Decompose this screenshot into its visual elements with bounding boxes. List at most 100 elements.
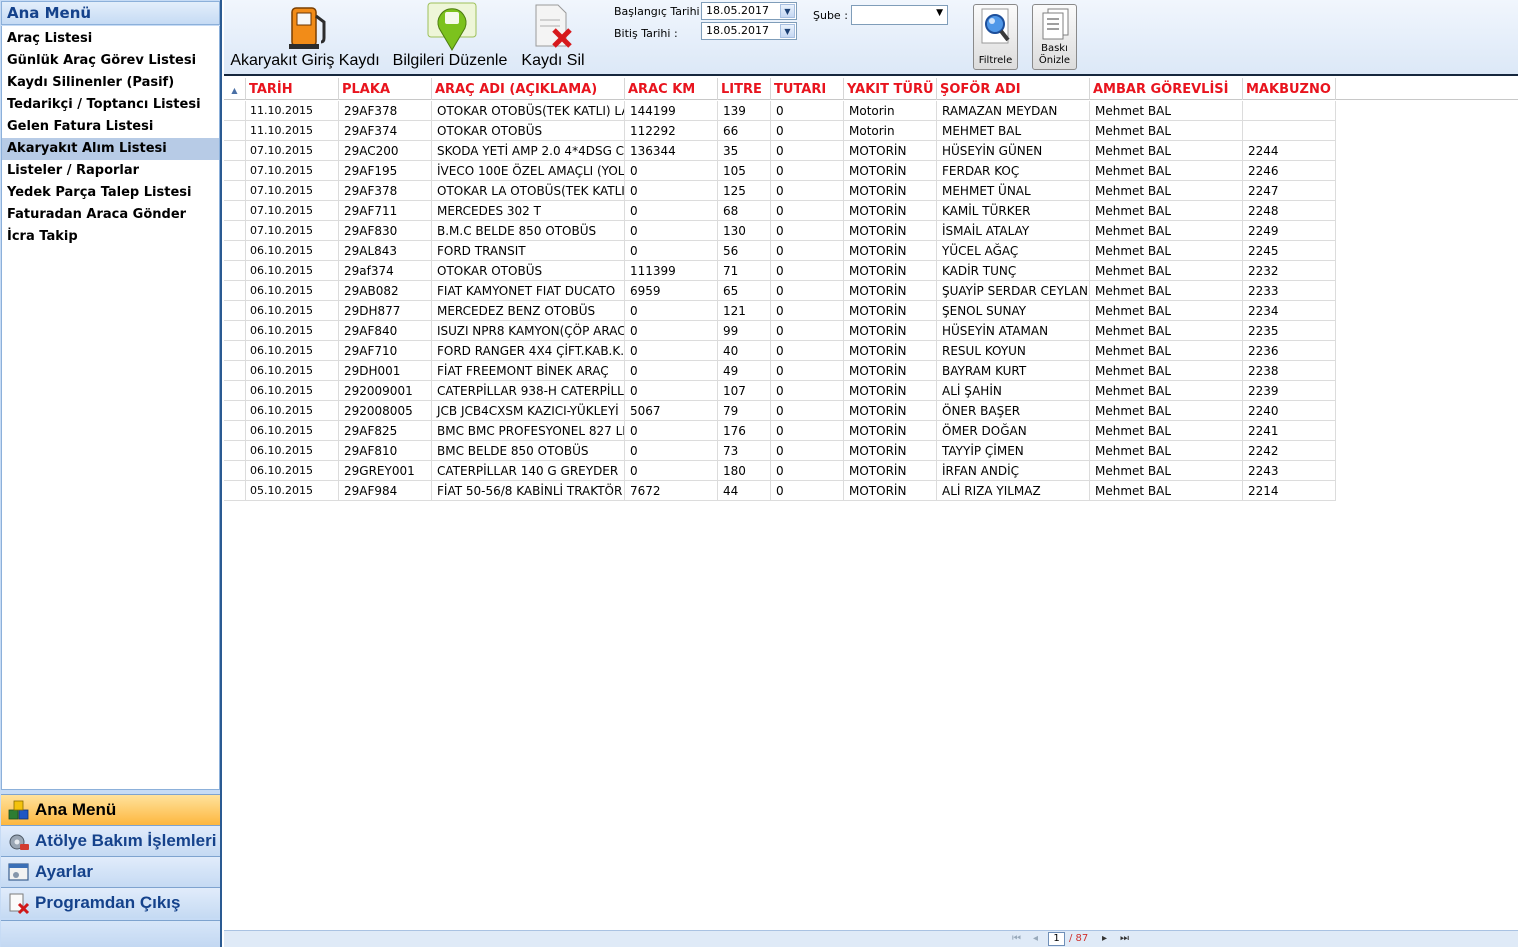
- table-row[interactable]: 11.10.2015 29AF374 OTOKAR OTOBÜS 112292 66 0 M…: [224, 121, 1336, 141]
- table-cell: 2238: [1243, 361, 1336, 381]
- sidebar-item[interactable]: Faturadan Araca Gönder: [2, 204, 219, 226]
- table-row[interactable]: 06.10.2015 29DH001 FİAT FREEMONT BİNEK ARA…: [224, 361, 1336, 381]
- row-selector[interactable]: [224, 221, 246, 241]
- row-selector[interactable]: [224, 301, 246, 321]
- column-header[interactable]: MAKBUZNO: [1243, 78, 1336, 100]
- row-selector[interactable]: [224, 321, 246, 341]
- table-row[interactable]: 06.10.2015 29DH877 MERCEDEZ BENZ OTOBÜS 0 12…: [224, 301, 1336, 321]
- nav-panel-atolye-bakim[interactable]: Atölye Bakım İşlemleri: [1, 825, 220, 856]
- sort-indicator-icon[interactable]: ▲: [224, 78, 246, 100]
- table-row[interactable]: 06.10.2015 29AF840 ISUZI NPR8 KAMYON(ÇÖP A…: [224, 321, 1336, 341]
- sidebar-item[interactable]: Listeler / Raporlar: [2, 160, 219, 182]
- print-preview-button[interactable]: Baskı Önizle: [1032, 4, 1077, 70]
- row-selector[interactable]: [224, 141, 246, 161]
- table-row[interactable]: 06.10.2015 292009001 CATERPİLLAR 938-H CAT…: [224, 381, 1336, 401]
- table-row[interactable]: 06.10.2015 29AB082 FIAT KAMYONET FIAT DUCA…: [224, 281, 1336, 301]
- nav-panel-programdan-cikis[interactable]: Programdan Çıkış: [1, 887, 220, 918]
- total-pages: / 87: [1069, 933, 1089, 944]
- table-cell: 2234: [1243, 301, 1336, 321]
- sidebar-item[interactable]: Yedek Parça Talep Listesi: [2, 182, 219, 204]
- sidebar-item[interactable]: Kaydı Silinenler (Pasif): [2, 72, 219, 94]
- sidebar-item[interactable]: Akaryakıt Alım Listesi: [2, 138, 219, 160]
- sidebar-item[interactable]: Tedarikçi / Toptancı Listesi: [2, 94, 219, 116]
- table-cell: 05.10.2015: [246, 481, 339, 501]
- sidebar-item[interactable]: Araç Listesi: [2, 28, 219, 50]
- end-date-picker[interactable]: 18.05.2017 ▼: [701, 22, 797, 40]
- column-header[interactable]: TARİH: [246, 78, 339, 100]
- table-cell: 06.10.2015: [246, 241, 339, 261]
- row-selector[interactable]: [224, 261, 246, 281]
- column-header[interactable]: ARAÇ ADI (AÇIKLAMA): [432, 78, 625, 100]
- table-cell: ALİ ŞAHİN: [937, 381, 1090, 401]
- row-selector[interactable]: [224, 381, 246, 401]
- table-cell: 29DH877: [339, 301, 432, 321]
- table-cell: MEHMET BAL: [937, 121, 1090, 141]
- table-row[interactable]: 06.10.2015 29af374 OTOKAR OTOBÜS 111399 71 0 M…: [224, 261, 1336, 281]
- table-cell: FERDAR KOÇ: [937, 161, 1090, 181]
- column-header[interactable]: ŞOFÖR ADI: [937, 78, 1090, 100]
- column-header[interactable]: ARAC KM: [625, 78, 718, 100]
- column-header[interactable]: YAKIT TÜRÜ: [844, 78, 937, 100]
- next-page-icon[interactable]: ▸: [1102, 933, 1107, 944]
- table-row[interactable]: 07.10.2015 29AF378 OTOKAR LA OTOBÜS(TEK KA…: [224, 181, 1336, 201]
- first-page-icon[interactable]: ⏮: [1012, 933, 1021, 944]
- table-row[interactable]: 07.10.2015 29AF711 MERCEDES 302 T 0 68 0 MOTOR…: [224, 201, 1336, 221]
- delete-record-button[interactable]: Kaydı Sil: [518, 0, 588, 74]
- row-selector[interactable]: [224, 481, 246, 501]
- chevron-down-icon[interactable]: ▼: [780, 24, 795, 38]
- edit-info-button[interactable]: Bilgileri Düzenle: [390, 0, 510, 74]
- row-selector[interactable]: [224, 281, 246, 301]
- table-row[interactable]: 06.10.2015 29AF710 FORD RANGER 4X4 ÇİFT.KA…: [224, 341, 1336, 361]
- table-row[interactable]: 07.10.2015 29AF195 İVECO 100E ÖZEL AMAÇLI …: [224, 161, 1336, 181]
- table-row[interactable]: 06.10.2015 29AF810 BMC BELDE 850 OTOBÜS 0 73…: [224, 441, 1336, 461]
- start-date-picker[interactable]: 18.05.2017 ▼: [701, 2, 797, 20]
- row-selector[interactable]: [224, 361, 246, 381]
- row-selector[interactable]: [224, 421, 246, 441]
- row-selector[interactable]: [224, 241, 246, 261]
- table-row[interactable]: 07.10.2015 29AF830 B.M.C BELDE 850 OTOBÜS 0…: [224, 221, 1336, 241]
- row-selector[interactable]: [224, 121, 246, 141]
- chevron-down-icon[interactable]: ▼: [936, 8, 943, 18]
- row-selector[interactable]: [224, 181, 246, 201]
- table-row[interactable]: 07.10.2015 29AC200 SKODA YETİ AMP 2.0 4*4D…: [224, 141, 1336, 161]
- row-selector[interactable]: [224, 401, 246, 421]
- row-selector[interactable]: [224, 101, 246, 121]
- column-header[interactable]: AMBAR GÖREVLİSİ: [1090, 78, 1243, 100]
- table-cell: 68: [718, 201, 771, 221]
- previous-page-icon[interactable]: ◂: [1033, 933, 1038, 944]
- table-cell: 73: [718, 441, 771, 461]
- row-selector[interactable]: [224, 441, 246, 461]
- table-cell: Mehmet BAL: [1090, 181, 1243, 201]
- start-date-label: Başlangıç Tarihi :: [614, 5, 707, 18]
- table-cell: MOTORİN: [844, 201, 937, 221]
- table-row[interactable]: 06.10.2015 29GREY001 CATERPİLLAR 140 G GRE…: [224, 461, 1336, 481]
- app-window: Ana Menü Araç Listesi Günlük Araç Görev L…: [0, 0, 1518, 947]
- table-cell: 2236: [1243, 341, 1336, 361]
- row-selector[interactable]: [224, 161, 246, 181]
- sidebar-item[interactable]: Gelen Fatura Listesi: [2, 116, 219, 138]
- row-selector[interactable]: [224, 461, 246, 481]
- table-cell: Mehmet BAL: [1090, 401, 1243, 421]
- filter-button[interactable]: Filtrele: [973, 4, 1018, 70]
- column-header[interactable]: TUTARI: [771, 78, 844, 100]
- sidebar-item[interactable]: Günlük Araç Görev Listesi: [2, 50, 219, 72]
- column-header[interactable]: LITRE: [718, 78, 771, 100]
- table-cell: Mehmet BAL: [1090, 461, 1243, 481]
- current-page-input[interactable]: 1: [1048, 932, 1065, 946]
- row-selector[interactable]: [224, 341, 246, 361]
- fuel-entry-button[interactable]: Akaryakıt Giriş Kaydı: [230, 0, 380, 74]
- branch-select[interactable]: ▼: [851, 5, 948, 25]
- table-row[interactable]: 06.10.2015 29AL843 FORD TRANSIT 0 56 0 MOTORİN…: [224, 241, 1336, 261]
- table-row[interactable]: 06.10.2015 292008005 JCB JCB4CXSM KAZICI-Y…: [224, 401, 1336, 421]
- chevron-down-icon[interactable]: ▼: [780, 4, 795, 18]
- column-header[interactable]: PLAKA: [339, 78, 432, 100]
- table-cell: 0: [625, 181, 718, 201]
- row-selector[interactable]: [224, 201, 246, 221]
- nav-panel-ana-menu[interactable]: Ana Menü: [1, 794, 220, 825]
- nav-panel-ayarlar[interactable]: Ayarlar: [1, 856, 220, 887]
- sidebar-item[interactable]: İcra Takip: [2, 226, 219, 248]
- table-row[interactable]: 06.10.2015 29AF825 BMC BMC PROFESYONEL 827…: [224, 421, 1336, 441]
- table-row[interactable]: 05.10.2015 29AF984 FİAT 50-56/8 KABİNLİ TR…: [224, 481, 1336, 501]
- last-page-icon[interactable]: ⏭: [1120, 933, 1129, 944]
- table-row[interactable]: 11.10.2015 29AF378 OTOKAR OTOBÜS(TEK KATLI…: [224, 101, 1336, 121]
